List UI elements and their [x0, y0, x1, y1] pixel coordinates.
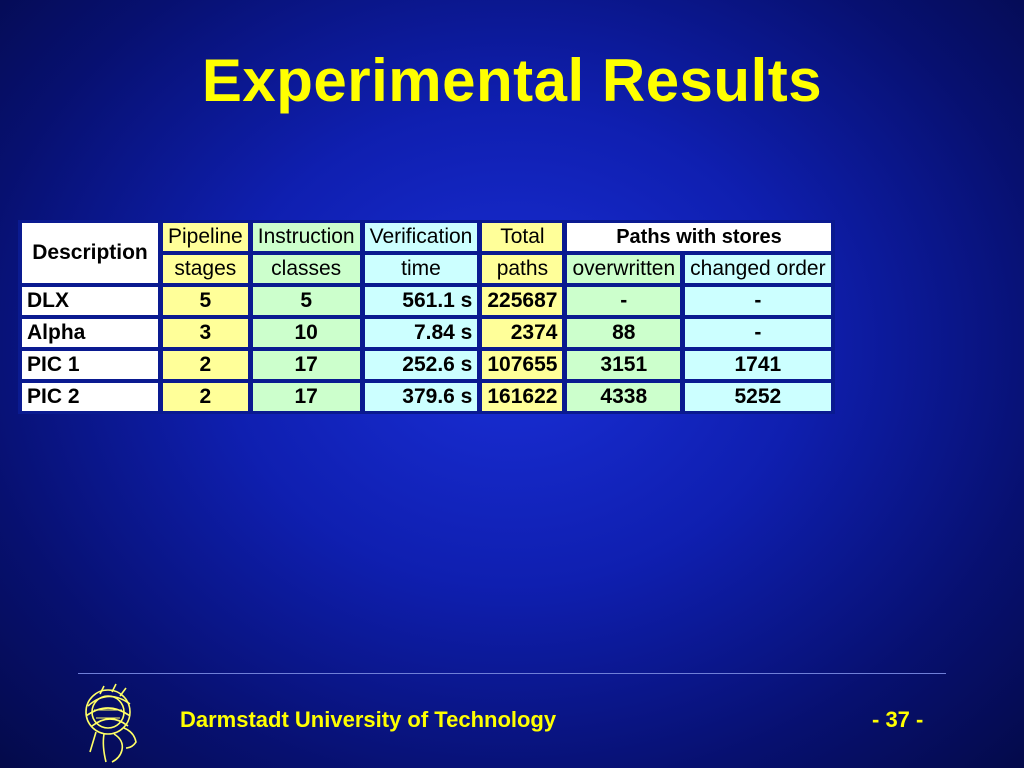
slide-title: Experimental Results	[201, 47, 823, 114]
cell-instruction: 17	[251, 382, 361, 412]
header-instruction-line2: classes	[251, 254, 361, 284]
results-table: Description Pipeline Instruction Verific…	[18, 220, 835, 414]
header-changed-order: changed order	[684, 254, 832, 284]
header-overwritten: overwritten	[566, 254, 682, 284]
header-description: Description	[21, 222, 159, 284]
cell-total: 2374	[481, 318, 564, 348]
table-row: DLX 5 5 561.1 s 225687 - -	[21, 286, 832, 316]
cell-time: 379.6 s	[363, 382, 479, 412]
cell-pipeline: 3	[162, 318, 249, 348]
header-paths-with-stores: Paths with stores	[566, 222, 832, 252]
page-number: - 37 -	[872, 707, 924, 732]
cell-description: DLX	[21, 286, 159, 316]
cell-overwritten: 4338	[566, 382, 682, 412]
table-row: Alpha 3 10 7.84 s 2374 88 -	[21, 318, 832, 348]
cell-total: 107655	[481, 350, 564, 380]
cell-description: PIC 2	[21, 382, 159, 412]
header-total-line2: paths	[481, 254, 564, 284]
cell-overwritten: 88	[566, 318, 682, 348]
footer-institution: Darmstadt University of Technology	[180, 707, 557, 732]
cell-time: 561.1 s	[363, 286, 479, 316]
cell-changed: -	[684, 318, 832, 348]
footer-divider	[78, 673, 946, 674]
cell-instruction: 17	[251, 350, 361, 380]
cell-changed: 1741	[684, 350, 832, 380]
athena-head-logo-icon	[85, 683, 137, 763]
cell-description: PIC 1	[21, 350, 159, 380]
table-header-row-1: Description Pipeline Instruction Verific…	[21, 222, 832, 284]
cell-instruction: 10	[251, 318, 361, 348]
cell-total: 161622	[481, 382, 564, 412]
cell-changed: 5252	[684, 382, 832, 412]
cell-time: 7.84 s	[363, 318, 479, 348]
table-row: PIC 1 2 17 252.6 s 107655 3151 1741	[21, 350, 832, 380]
cell-changed: -	[684, 286, 832, 316]
cell-pipeline: 2	[162, 350, 249, 380]
cell-pipeline: 5	[162, 286, 249, 316]
cell-overwritten: -	[566, 286, 682, 316]
cell-total: 225687	[481, 286, 564, 316]
header-verification-line2: time	[363, 254, 479, 284]
results-table-wrapper: Description Pipeline Instruction Verific…	[18, 220, 835, 414]
header-verification-line1: Verification	[363, 222, 479, 252]
cell-description: Alpha	[21, 318, 159, 348]
header-instruction-line1: Instruction	[251, 222, 361, 252]
header-total-line1: Total	[481, 222, 564, 252]
header-pipeline-line1: Pipeline	[162, 222, 249, 252]
cell-instruction: 5	[251, 286, 361, 316]
header-pipeline-line2: stages	[162, 254, 249, 284]
cell-pipeline: 2	[162, 382, 249, 412]
cell-time: 252.6 s	[363, 350, 479, 380]
table-row: PIC 2 2 17 379.6 s 161622 4338 5252	[21, 382, 832, 412]
cell-overwritten: 3151	[566, 350, 682, 380]
